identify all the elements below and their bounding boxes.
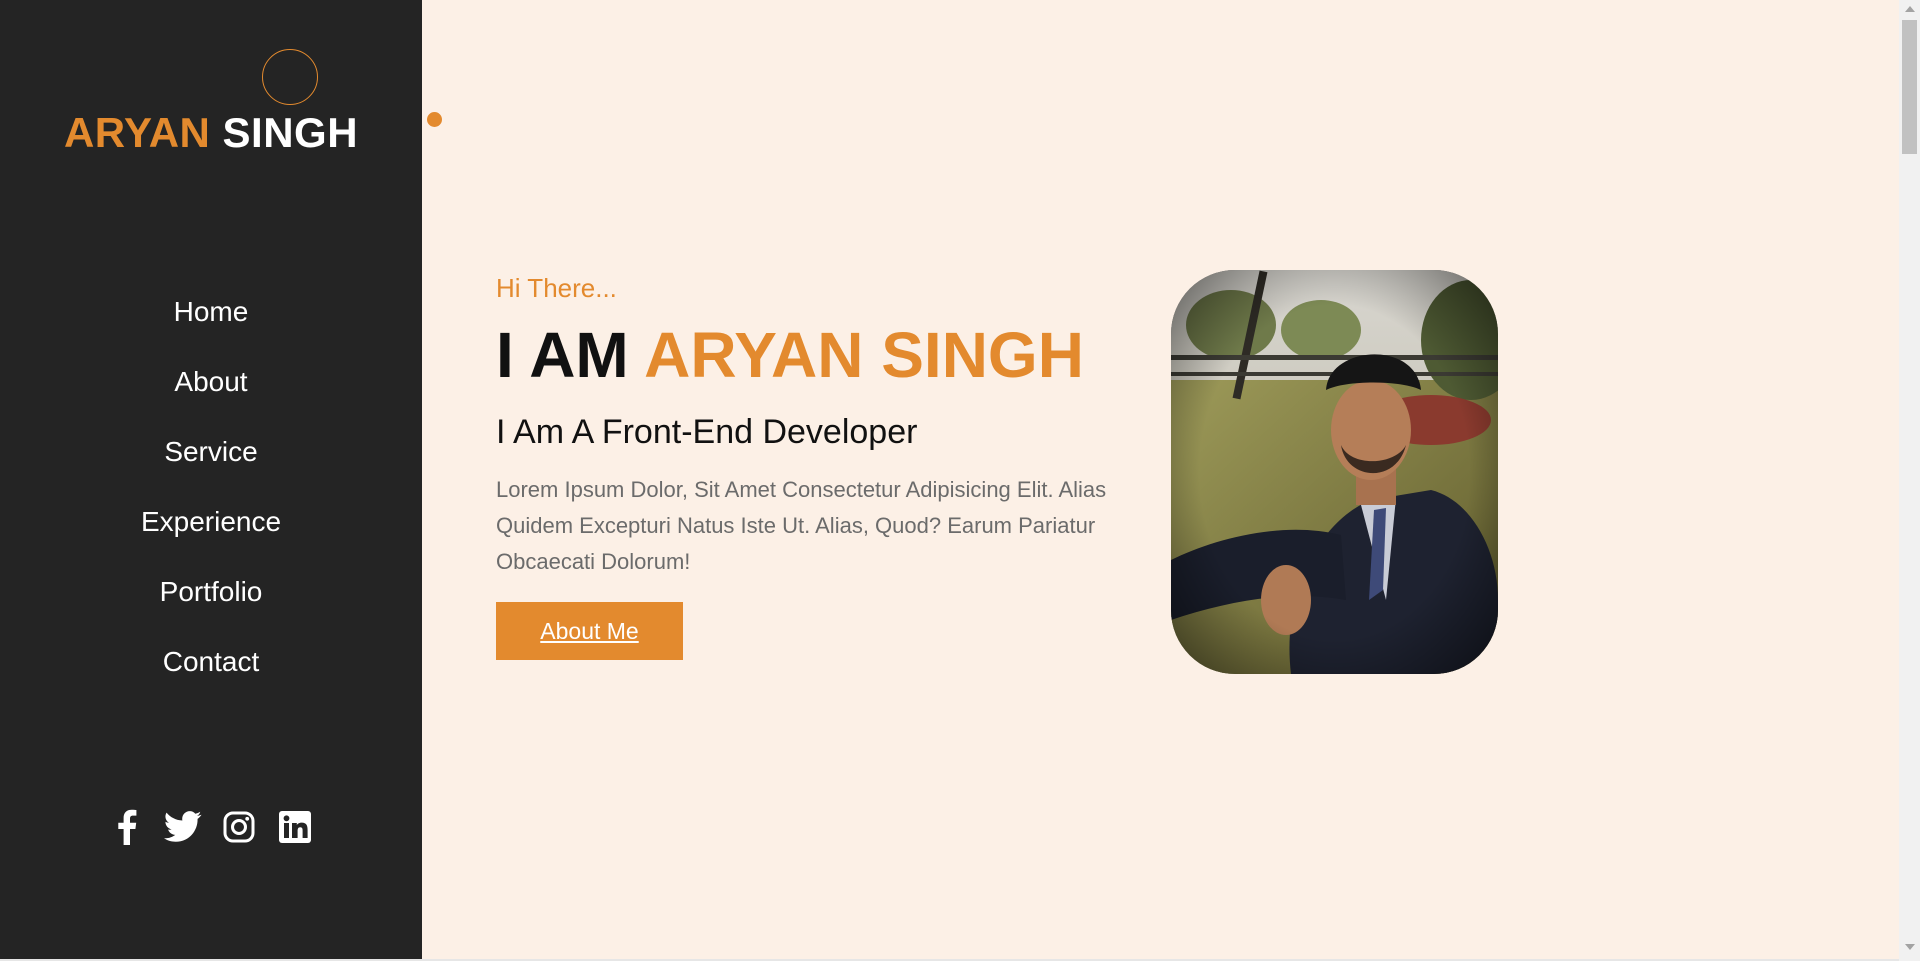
decorative-dot xyxy=(427,112,442,127)
site-logo[interactable]: ARYAN SINGH xyxy=(0,108,422,158)
nav-link-contact[interactable]: Contact xyxy=(163,638,260,686)
nav-link-about[interactable]: About xyxy=(174,358,247,406)
headline-name: ARYAN SINGH xyxy=(644,319,1084,391)
logo-last-name: SINGH xyxy=(222,109,359,156)
nav-item-home: Home xyxy=(0,288,422,358)
profile-photo xyxy=(1171,270,1498,674)
hero-description: Lorem Ipsum Dolor, Sit Amet Consectetur … xyxy=(496,477,1107,574)
linkedin-icon[interactable] xyxy=(276,808,314,846)
hero-role: I Am A Front-End Developer xyxy=(496,413,918,451)
nav-item-contact: Contact xyxy=(0,638,422,708)
vertical-scrollbar[interactable] xyxy=(1899,0,1920,961)
hero-headline: I AM ARYAN SINGH xyxy=(496,316,1116,394)
instagram-icon[interactable] xyxy=(220,808,258,846)
sidebar: ARYAN SINGH Home About Service Experienc… xyxy=(0,0,422,961)
logo-wrap: ARYAN SINGH xyxy=(0,0,422,170)
scroll-up-arrow-icon[interactable] xyxy=(1905,6,1915,12)
page: ARYAN SINGH Home About Service Experienc… xyxy=(0,0,1920,961)
about-me-button[interactable]: About Me xyxy=(496,602,683,660)
nav-item-experience: Experience xyxy=(0,498,422,568)
nav-link-portfolio[interactable]: Portfolio xyxy=(160,568,263,616)
profile-photo-illustration xyxy=(1171,270,1498,674)
nav-link-experience[interactable]: Experience xyxy=(141,498,281,546)
logo-circle-decoration xyxy=(262,49,318,105)
nav-item-about: About xyxy=(0,358,422,428)
main-nav: Home About Service Experience Portfolio … xyxy=(0,288,422,708)
scroll-down-arrow-icon[interactable] xyxy=(1905,944,1915,950)
nav-item-service: Service xyxy=(0,428,422,498)
logo-first-name: ARYAN xyxy=(63,109,211,156)
hero-greeting: Hi There... xyxy=(496,273,617,303)
hero-section: Hi There... I AM ARYAN SINGH I Am A Fron… xyxy=(496,270,1116,660)
nav-link-service[interactable]: Service xyxy=(164,428,257,476)
headline-prefix: I AM xyxy=(496,319,629,391)
facebook-icon[interactable] xyxy=(108,808,146,846)
nav-item-portfolio: Portfolio xyxy=(0,568,422,638)
social-links xyxy=(0,808,422,846)
scroll-thumb[interactable] xyxy=(1902,20,1917,154)
twitter-icon[interactable] xyxy=(164,808,202,846)
nav-link-home[interactable]: Home xyxy=(174,288,249,336)
